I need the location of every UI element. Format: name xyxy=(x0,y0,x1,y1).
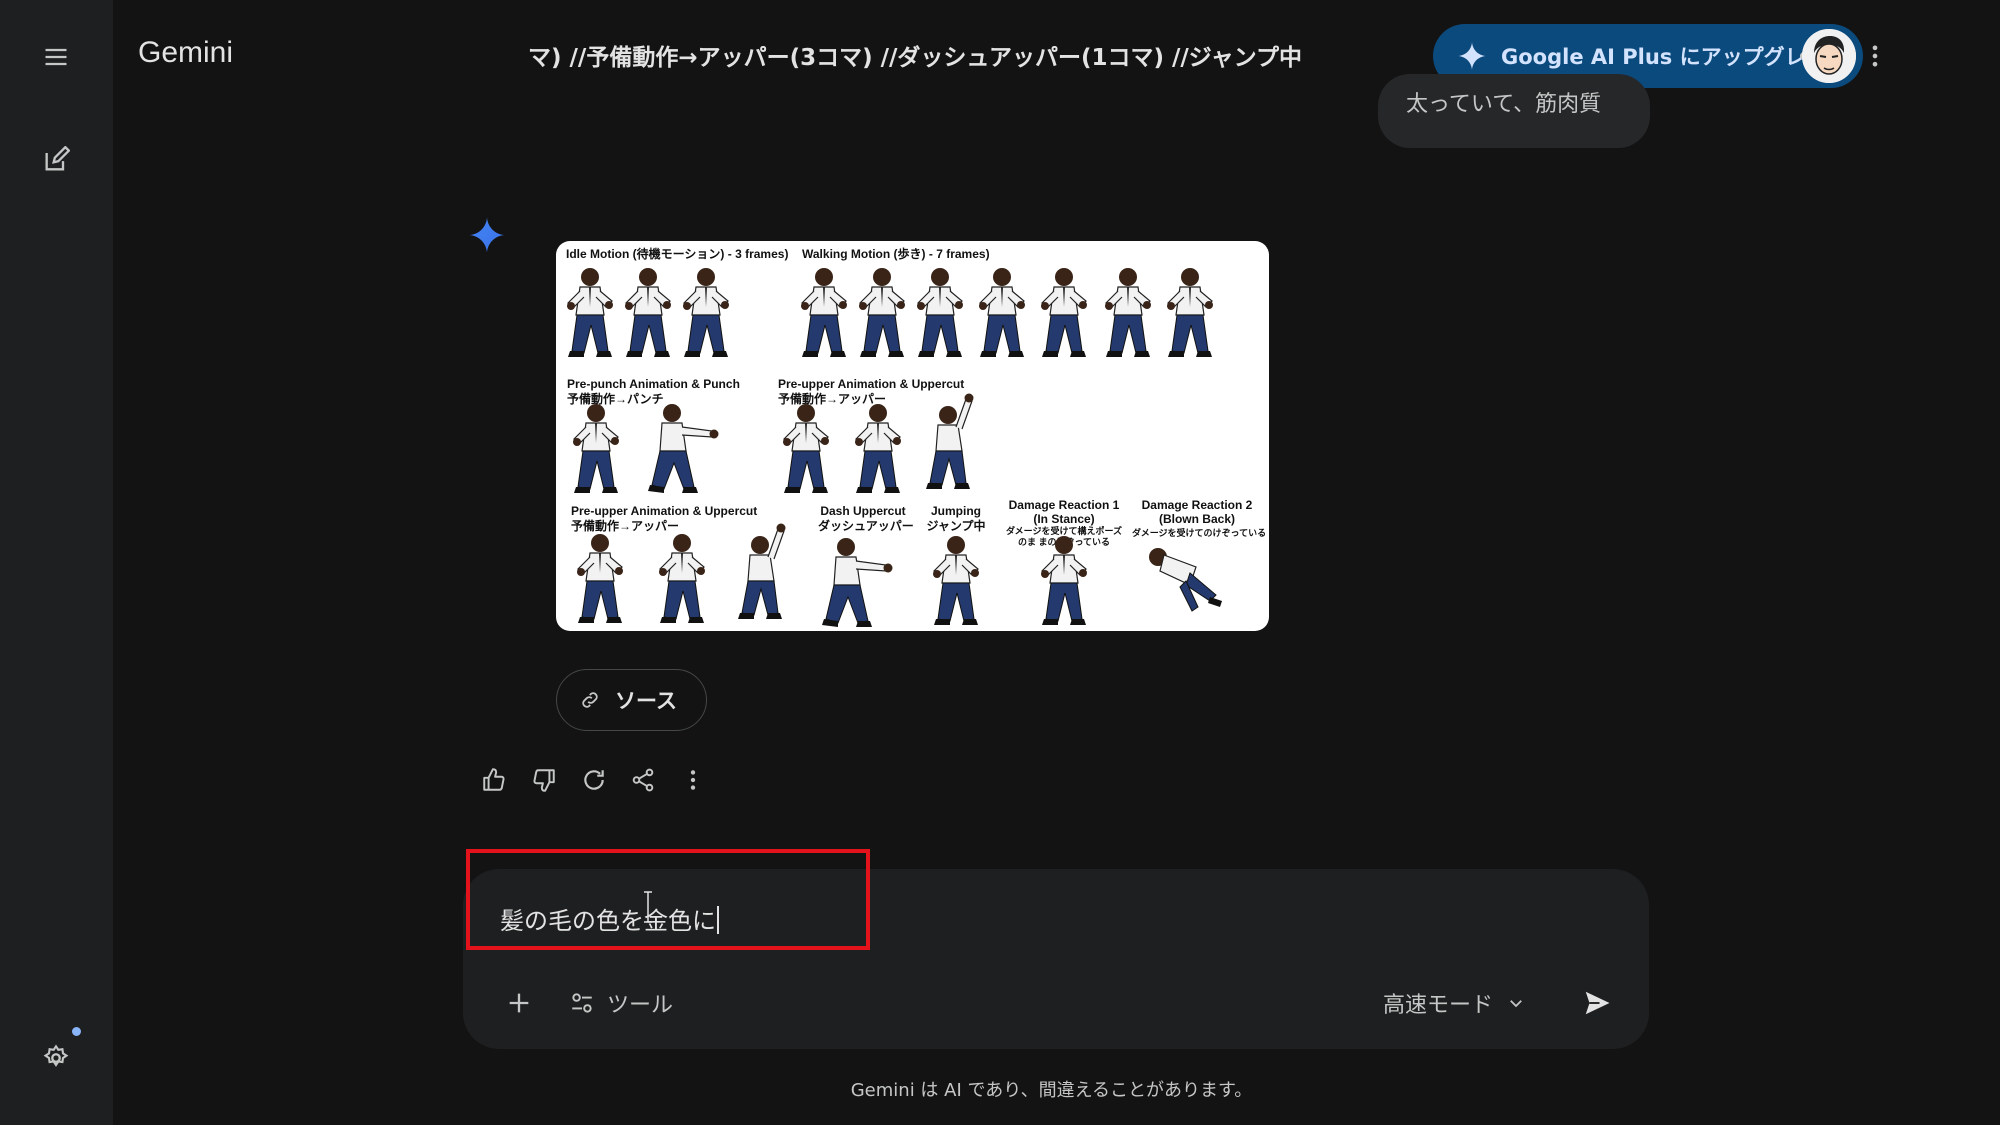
prompt-input[interactable]: 髪の毛の色を金色に xyxy=(500,901,719,936)
gemini-app: Gemini マ) //予備動作→アッパー(3コマ) //ダッシュアッパー(1コ… xyxy=(0,0,2000,1125)
chevron-down-icon xyxy=(1510,1000,1522,1008)
tune-icon xyxy=(572,993,592,1013)
tools-label: ツール xyxy=(607,993,674,1018)
send-icon xyxy=(1585,991,1610,1015)
notification-dot xyxy=(72,1027,81,1036)
top-bar: Gemini マ) //予備動作→アッパー(3コマ) //ダッシュアッパー(1コ… xyxy=(113,0,2000,112)
plus-icon xyxy=(509,993,529,1013)
conversation-title[interactable]: マ) //予備動作→アッパー(3コマ) //ダッシュアッパー(1コマ) //ジャ… xyxy=(528,38,1433,74)
add-file-button[interactable] xyxy=(495,979,543,1027)
app-brand[interactable]: Gemini xyxy=(138,36,233,70)
link-icon xyxy=(582,692,598,708)
regenerate-button[interactable] xyxy=(576,762,612,798)
side-rail xyxy=(0,0,113,1125)
main-menu-button[interactable] xyxy=(32,33,80,81)
bad-response-button[interactable] xyxy=(526,762,562,798)
more-options-button[interactable] xyxy=(1851,32,1899,80)
previous-user-message-text: 太っていて、筋肉質 xyxy=(1406,92,1602,117)
good-response-button[interactable] xyxy=(476,762,512,798)
hamburger-menu-icon xyxy=(45,48,67,66)
previous-user-message: 太っていて、筋肉質 xyxy=(1378,74,1650,148)
gemini-spark-icon xyxy=(469,217,505,253)
mode-selector[interactable]: 高速モード xyxy=(1383,983,1525,1023)
text-cursor-icon xyxy=(644,891,652,923)
account-avatar[interactable] xyxy=(1802,29,1856,83)
settings-button[interactable] xyxy=(32,1034,80,1082)
mode-label: 高速モード xyxy=(1383,993,1494,1018)
disclaimer-text: Gemini は AI であり、間違えることがあります。 xyxy=(850,1080,1253,1101)
share-icon xyxy=(632,768,654,792)
avatar-icon xyxy=(1802,29,1856,83)
response-more-button[interactable] xyxy=(675,762,711,798)
send-button[interactable] xyxy=(1573,979,1621,1027)
source-label: ソース xyxy=(615,689,677,713)
prompt-composer: 髪の毛の色を金色に ツール 高速モード xyxy=(463,869,1649,1049)
thumbs-up-icon xyxy=(483,768,505,791)
gemini-spark-icon xyxy=(1458,42,1486,70)
gear-icon xyxy=(43,1044,69,1067)
thumbs-down-icon xyxy=(533,769,555,792)
refresh-icon xyxy=(584,770,604,790)
more-vertical-icon xyxy=(1872,45,1878,67)
sprite-frames xyxy=(566,267,1223,628)
share-response-button[interactable] xyxy=(625,762,661,798)
new-chat-button[interactable] xyxy=(32,136,80,184)
tools-button[interactable]: ツール xyxy=(569,983,673,1023)
generated-sprite-sheet-image[interactable]: Idle Motion (待機モーション) - 3 frames) Walkin… xyxy=(556,241,1269,631)
edit-icon xyxy=(45,146,70,171)
more-vertical-icon xyxy=(690,770,696,790)
source-button[interactable]: ソース xyxy=(556,669,707,731)
prompt-input-text: 髪の毛の色を金色に xyxy=(500,907,716,935)
text-caret xyxy=(717,906,719,934)
